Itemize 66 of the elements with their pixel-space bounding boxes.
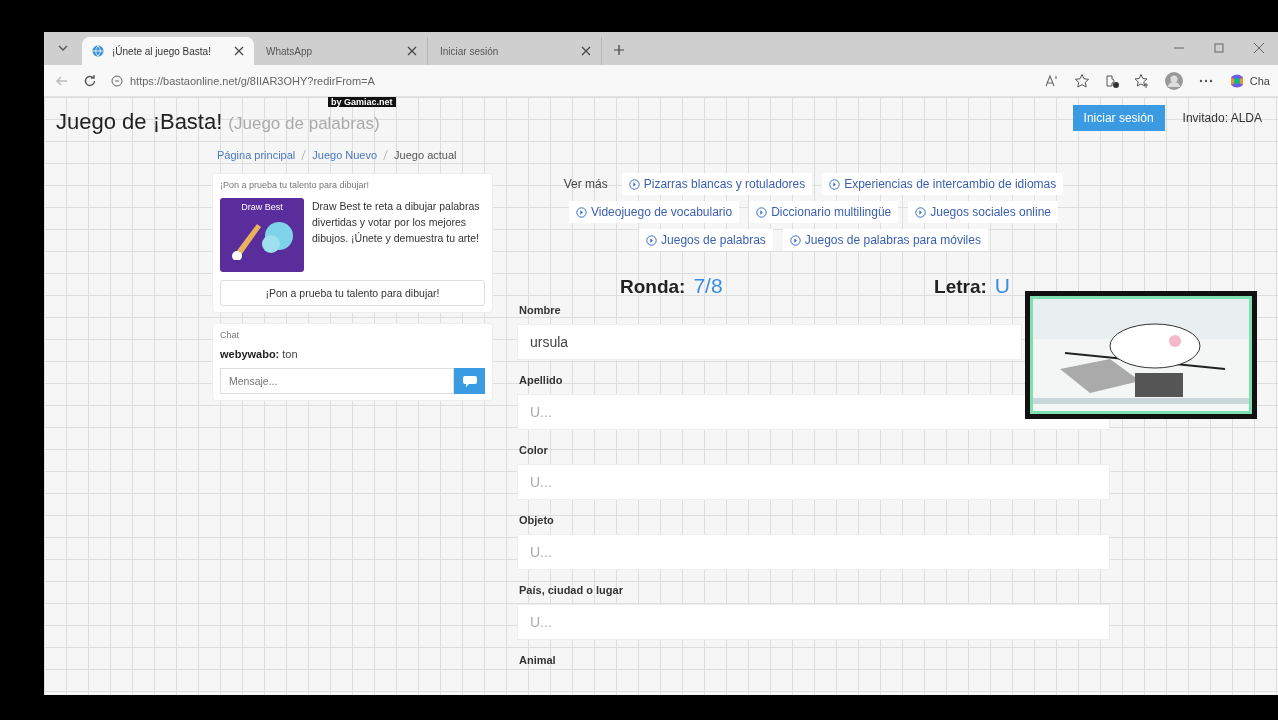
breadcrumb-current: Juego actual [394,149,457,161]
extensions-icon[interactable] [1103,72,1120,89]
field-label: Objeto [519,514,555,528]
close-icon[interactable] [407,46,417,56]
tab-title: ¡Únete al juego Basta! [112,45,212,57]
favorites-icon[interactable] [1133,72,1150,89]
globe-icon[interactable] [92,45,104,57]
new-tab-icon[interactable] [612,43,626,57]
field-label: Nombre [519,304,562,318]
topic-link[interactable]: Juegos de palabras [639,229,773,251]
maximize-icon[interactable] [1214,43,1224,53]
close-icon[interactable] [581,46,591,56]
close-icon[interactable] [234,46,244,56]
play-circle-icon[interactable] [756,206,768,218]
tab-title: Iniciar sesión [440,45,500,57]
text-field[interactable]: U... [517,394,1110,430]
field-label: Animal [519,654,557,668]
letter-label: Letra: [934,276,987,298]
play-circle-icon[interactable] [628,178,640,190]
topic-link[interactable]: Diccionario multilingüe [749,201,899,223]
field-label: País, ciudad o lugar [519,584,624,598]
brand-badge: by Gamiac.net [328,97,396,107]
field-label: Apellido [519,374,564,388]
topic-link[interactable]: Juegos de palabras para móviles [782,229,988,251]
round-label: Ronda: [620,276,686,298]
play-circle-icon[interactable] [575,206,587,218]
field-label: Color [519,444,549,458]
chat-message: ton [282,348,298,360]
profile-icon[interactable] [1163,70,1184,91]
letter-value: U [994,274,1010,298]
promo-image-title: Draw Best [241,202,283,212]
reload-icon[interactable] [82,72,98,89]
chat-bubble-icon[interactable] [462,375,477,387]
topic-link[interactable]: Juegos sociales online [908,201,1058,223]
text-field[interactable]: U... [517,534,1110,570]
breadcrumb-link[interactable]: Juego Nuevo [312,149,378,161]
play-circle-icon[interactable] [915,206,927,218]
page-subtitle: (Juego de palabras) [228,114,380,133]
chat-user: webywabo: [220,348,280,360]
topic-link[interactable]: Videojuego de vocabulario [568,201,740,223]
address-field[interactable]: https://bastaonline.net/g/8IIAR3OHY?redirFrom=A [110,68,1032,93]
topic-link[interactable]: Experiencias de intercambio de idiomas [822,173,1064,195]
star-icon[interactable] [1073,72,1090,89]
browser-tab[interactable]: ¡Únete al juego Basta! [82,37,254,65]
card-heading: ¡Pon a prueba tu talento para dibujar! [220,180,371,190]
topic-link[interactable]: Pizarras blancas y rotuladores [621,173,813,195]
play-circle-icon[interactable] [646,234,658,246]
text-field[interactable]: U... [517,604,1110,640]
see-more-label: Ver más [563,177,608,191]
play-circle-icon[interactable] [789,234,801,246]
text-field[interactable]: U... [517,464,1110,500]
tab-title: WhatsApp [266,45,314,57]
play-circle-icon[interactable] [829,178,841,190]
text-field[interactable]: ursula [517,324,1022,360]
round-value: 7/8 [693,274,723,298]
read-aloud-icon[interactable] [1043,72,1060,89]
send-button[interactable] [454,368,485,394]
breadcrumb-link[interactable]: Página principal [217,149,296,161]
promo-button[interactable]: ¡Pon a prueba tu talento para dibujar! [220,280,485,306]
page-title: Juego de ¡Basta! [56,109,223,134]
guest-name: Invitado: ALDA [1182,111,1262,125]
promo-text: Draw Best te reta a dibujar palabras divertidas y votar por los mejores dibujos. ¡Únete y demuestra tu arte! [312,199,481,246]
site-info-icon[interactable] [110,73,124,88]
message-field[interactable]: Mensaje... [220,368,454,394]
copilot-button[interactable]: Cha [1227,71,1270,90]
chat-heading: Chat [220,330,240,340]
